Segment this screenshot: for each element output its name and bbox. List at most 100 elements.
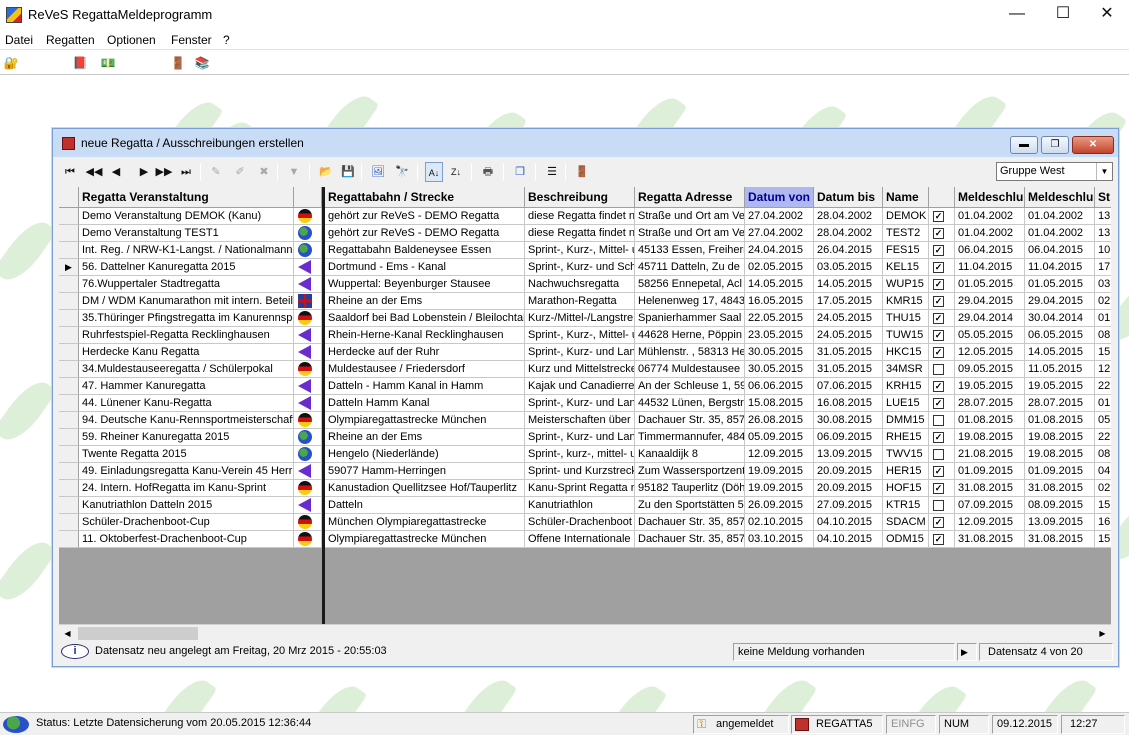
cell-name[interactable]: HER15: [883, 463, 929, 480]
cell-veranstaltung[interactable]: 94. Deutsche Kanu-Rennsportmeisterschaft: [79, 412, 294, 429]
cell-veranstaltung[interactable]: Demo Veranstaltung DEMOK (Kanu): [79, 208, 294, 225]
checkbox[interactable]: ✓: [933, 228, 944, 239]
cell-meldeschluss-2[interactable]: 31.08.2015: [1025, 480, 1095, 497]
checkbox[interactable]: [933, 449, 944, 460]
cell-name[interactable]: THU15: [883, 310, 929, 327]
cell-datum-bis[interactable]: 28.04.2002: [814, 225, 883, 242]
cell-adresse[interactable]: An der Schleuse 1, 59: [635, 378, 745, 395]
header-st[interactable]: St: [1095, 187, 1111, 208]
cell-adresse[interactable]: 95182 Tauperlitz (Döh: [635, 480, 745, 497]
table-row[interactable]: Datteln Hamm Kanal Sprint-, Kurz- und Lan…: [325, 395, 1111, 412]
cell-datum-bis[interactable]: 24.05.2015: [814, 310, 883, 327]
cell-datum-von[interactable]: 16.05.2015: [745, 293, 814, 310]
cell-st[interactable]: 03: [1095, 276, 1111, 293]
table-row[interactable]: gehört zur ReVeS - DEMO Regatta diese Reg…: [325, 208, 1111, 225]
checkbox[interactable]: ✓: [933, 313, 944, 324]
cell-beschreibung[interactable]: Nachwuchsregatta: [525, 276, 635, 293]
cell-adresse[interactable]: Mühlenstr. , 58313 He: [635, 344, 745, 361]
header-beschreibung[interactable]: Beschreibung: [525, 187, 635, 208]
cell-beschreibung[interactable]: Marathon-Regatta: [525, 293, 635, 310]
cell-beschreibung[interactable]: Sprint-, Kurz- und Lan: [525, 344, 635, 361]
mdi-close-button[interactable]: ✕: [1072, 136, 1114, 154]
chevron-down-icon[interactable]: ▼: [1096, 163, 1112, 180]
cell-datum-von[interactable]: 22.05.2015: [745, 310, 814, 327]
table-row[interactable]: DM / WDM Kanumarathon mit intern. Beteil…: [59, 293, 322, 310]
header-adresse[interactable]: Regatta Adresse: [635, 187, 745, 208]
cell-datum-von[interactable]: 15.08.2015: [745, 395, 814, 412]
cell-checkbox[interactable]: [929, 497, 955, 514]
header-meldeschluss-1[interactable]: Meldeschlu: [955, 187, 1025, 208]
horizontal-scrollbar[interactable]: ◀ ▶: [59, 624, 1111, 641]
cell-veranstaltung[interactable]: 34.Muldestauseeregatta / Schülerpokal: [79, 361, 294, 378]
cell-name[interactable]: ODM15: [883, 531, 929, 548]
cell-datum-bis[interactable]: 07.06.2015: [814, 378, 883, 395]
mdi-restore-button[interactable]: ❐: [1041, 136, 1069, 154]
table-row[interactable]: Hengelo (Niederlände) Sprint-, kurz-, mit…: [325, 446, 1111, 463]
cell-meldeschluss-2[interactable]: 31.08.2015: [1025, 531, 1095, 548]
cell-meldeschluss-2[interactable]: 01.04.2002: [1025, 208, 1095, 225]
table-row[interactable]: Schüler-Drachenboot-Cup: [59, 514, 322, 531]
cell-strecke[interactable]: gehört zur ReVeS - DEMO Regatta: [325, 225, 525, 242]
cell-datum-von[interactable]: 26.08.2015: [745, 412, 814, 429]
cell-adresse[interactable]: Zum Wassersportzent: [635, 463, 745, 480]
cell-datum-von[interactable]: 14.05.2015: [745, 276, 814, 293]
header-datum-bis[interactable]: Datum bis: [814, 187, 883, 208]
cell-beschreibung[interactable]: Sprint- und Kurzstreck: [525, 463, 635, 480]
table-row[interactable]: Saaldorf bei Bad Lobenstein / Bleilochta…: [325, 310, 1111, 327]
cell-meldeschluss-1[interactable]: 07.09.2015: [955, 497, 1025, 514]
cell-veranstaltung[interactable]: 44. Lünener Kanu-Regatta: [79, 395, 294, 412]
cell-datum-von[interactable]: 12.09.2015: [745, 446, 814, 463]
table-row[interactable]: Datteln - Hamm Kanal in Hamm Kajak und Ca…: [325, 378, 1111, 395]
cell-checkbox[interactable]: ✓: [929, 344, 955, 361]
row-indicator[interactable]: [59, 514, 79, 531]
table-row[interactable]: 11. Oktoberfest-Drachenboot-Cup: [59, 531, 322, 548]
sort-descending-icon[interactable]: Z↓: [447, 162, 465, 182]
cell-st[interactable]: 08: [1095, 327, 1111, 344]
cell-meldeschluss-2[interactable]: 14.05.2015: [1025, 344, 1095, 361]
cell-meldeschluss-2[interactable]: 08.09.2015: [1025, 497, 1095, 514]
cell-datum-bis[interactable]: 16.08.2015: [814, 395, 883, 412]
cell-st[interactable]: 15: [1095, 497, 1111, 514]
table-row[interactable]: Olympiaregattastrecke München Offene Inte…: [325, 531, 1111, 548]
scroll-right-icon[interactable]: ▶: [1094, 625, 1111, 642]
cell-strecke[interactable]: 59077 Hamm-Herringen: [325, 463, 525, 480]
cell-name[interactable]: DEMOK: [883, 208, 929, 225]
cell-datum-bis[interactable]: 20.09.2015: [814, 480, 883, 497]
cell-datum-von[interactable]: 23.05.2015: [745, 327, 814, 344]
cell-strecke[interactable]: Datteln: [325, 497, 525, 514]
scroll-left-icon[interactable]: ◀: [59, 625, 76, 642]
row-indicator[interactable]: [59, 327, 79, 344]
cell-checkbox[interactable]: ✓: [929, 310, 955, 327]
header-veranstaltung[interactable]: Regatta Veranstaltung: [79, 187, 294, 208]
cell-meldeschluss-1[interactable]: 12.09.2015: [955, 514, 1025, 531]
cell-veranstaltung[interactable]: 24. Intern. HofRegatta im Kanu-Sprint: [79, 480, 294, 497]
cell-name[interactable]: DMM15: [883, 412, 929, 429]
cell-meldeschluss-2[interactable]: 29.04.2015: [1025, 293, 1095, 310]
row-indicator[interactable]: [59, 378, 79, 395]
table-row[interactable]: Datteln Kanutriathlon Zu den Sportstätten …: [325, 497, 1111, 514]
cell-beschreibung[interactable]: Sprint-, Kurz-, Mittel- u: [525, 242, 635, 259]
cell-datum-bis[interactable]: 31.05.2015: [814, 344, 883, 361]
cell-veranstaltung[interactable]: 59. Rheiner Kanuregatta 2015: [79, 429, 294, 446]
cell-veranstaltung[interactable]: Int. Reg. / NRW-K1-Langst. / Nationalman…: [79, 242, 294, 259]
table-row[interactable]: Herdecke auf der Ruhr Sprint-, Kurz- und …: [325, 344, 1111, 361]
cell-datum-von[interactable]: 02.10.2015: [745, 514, 814, 531]
cell-st[interactable]: 01: [1095, 395, 1111, 412]
checkbox[interactable]: [933, 500, 944, 511]
cell-datum-von[interactable]: 19.09.2015: [745, 480, 814, 497]
cell-meldeschluss-1[interactable]: 01.04.2002: [955, 225, 1025, 242]
cell-veranstaltung[interactable]: 49. Einladungsregatta Kanu-Verein 45 Her…: [79, 463, 294, 480]
cell-strecke[interactable]: Wuppertal: Beyenburger Stausee: [325, 276, 525, 293]
cell-st[interactable]: 22: [1095, 378, 1111, 395]
save-icon[interactable]: 💾: [339, 162, 357, 182]
books-icon[interactable]: 📚: [194, 55, 210, 71]
row-indicator[interactable]: [59, 225, 79, 242]
table-row[interactable]: München Olympiaregattastrecke Schüler-Dra…: [325, 514, 1111, 531]
cell-beschreibung[interactable]: Sprint-, Kurz-, Mittel- u: [525, 327, 635, 344]
cell-strecke[interactable]: Herdecke auf der Ruhr: [325, 344, 525, 361]
cell-st[interactable]: 17: [1095, 259, 1111, 276]
cell-adresse[interactable]: 44532 Lünen, Bergstr: [635, 395, 745, 412]
cell-checkbox[interactable]: [929, 361, 955, 378]
cell-st[interactable]: 01: [1095, 310, 1111, 327]
cell-meldeschluss-1[interactable]: 06.04.2015: [955, 242, 1025, 259]
